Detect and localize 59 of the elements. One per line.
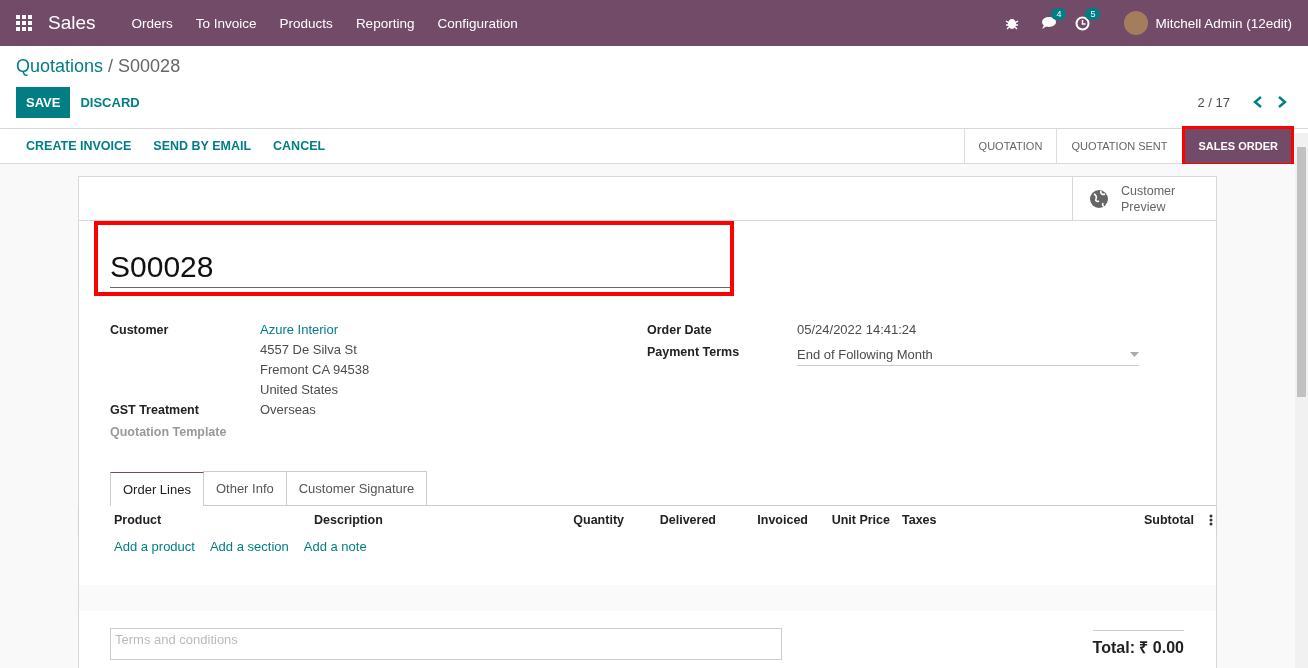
address-line: Fremont CA 94538 xyxy=(260,362,371,377)
breadcrumb-current: S00028 xyxy=(118,56,181,76)
column-header: Invoiced xyxy=(756,513,808,527)
app-title[interactable]: Sales xyxy=(48,12,96,34)
menu-item[interactable]: Products xyxy=(279,15,333,31)
menu-item[interactable]: Reporting xyxy=(355,15,415,31)
notification-badge: 5 xyxy=(1085,7,1101,20)
column-header: Product xyxy=(114,513,163,527)
breadcrumb-link[interactable]: Quotations xyxy=(16,56,104,76)
column-header: Taxes xyxy=(901,513,938,527)
user-name[interactable]: Mitchell Admin (12edit) xyxy=(1155,15,1292,31)
globe-icon[interactable] xyxy=(1089,188,1109,209)
column-header: Unit Price xyxy=(830,513,890,527)
field-value: 05/24/2022 14:41:24 xyxy=(797,322,918,337)
payment-terms-select[interactable]: End of Following Month xyxy=(797,347,1139,366)
column-header: Delivered xyxy=(658,513,716,527)
field-label: Quotation Template xyxy=(110,424,228,441)
customer-link[interactable]: Azure Interior xyxy=(260,322,339,337)
address-line: 4557 De Silva St xyxy=(260,342,358,357)
discard-button[interactable]: DISCARD xyxy=(70,88,150,116)
menu-item[interactable]: To Invoice xyxy=(195,15,257,31)
add-line-link[interactable]: Add a product xyxy=(114,539,195,554)
field-label: Payment Terms xyxy=(647,344,741,361)
save-button[interactable]: SAVE xyxy=(16,86,71,118)
bug-icon[interactable] xyxy=(1005,16,1020,30)
apps-menu-icon[interactable] xyxy=(16,15,32,31)
field-label: GST Treatment xyxy=(110,402,200,419)
terms-field[interactable]: Terms and conditions xyxy=(110,628,782,660)
column-header: Subtotal xyxy=(1143,513,1194,527)
column-header: Quantity xyxy=(572,513,624,527)
add-line-link[interactable]: Add a section xyxy=(209,539,289,554)
previous-icon[interactable] xyxy=(1252,95,1264,109)
action-button[interactable]: CANCEL xyxy=(263,133,336,159)
total-amount: Total: ₹ 0.00 xyxy=(1092,630,1184,658)
column-header: Description xyxy=(314,513,384,527)
action-button[interactable]: CREATE INVOICE xyxy=(16,133,142,159)
action-button[interactable]: SEND BY EMAIL xyxy=(143,133,262,159)
field-value: Overseas xyxy=(260,402,317,417)
menu-item[interactable]: Configuration xyxy=(437,15,518,31)
add-line-link[interactable]: Add a note xyxy=(303,539,367,554)
status-stage[interactable]: SALES ORDER xyxy=(1181,126,1294,166)
status-stage[interactable]: QUOTATION xyxy=(963,129,1057,163)
notebook-tab[interactable]: Customer Signature xyxy=(285,471,428,505)
clock-icon[interactable] xyxy=(1075,15,1091,31)
scrollbar[interactable] xyxy=(1295,133,1308,668)
next-icon[interactable] xyxy=(1276,95,1288,109)
breadcrumb-separator: / xyxy=(108,56,114,76)
chat-icon[interactable] xyxy=(1041,16,1058,30)
status-stage[interactable]: QUOTATION SENT xyxy=(1056,129,1182,163)
options-icon[interactable] xyxy=(1209,514,1213,526)
address-line: United States xyxy=(260,382,340,397)
customer-preview-button[interactable]: Customer Preview xyxy=(1072,177,1216,220)
field-label: Customer xyxy=(110,322,170,339)
order-name-field[interactable]: S00028 xyxy=(110,247,734,288)
notification-badge: 4 xyxy=(1051,8,1067,20)
field-label: Order Date xyxy=(647,322,713,339)
menu-item[interactable]: Orders xyxy=(131,15,173,31)
notebook-tab[interactable]: Order Lines xyxy=(110,472,204,506)
pager-text: 2 / 17 xyxy=(1197,94,1230,110)
